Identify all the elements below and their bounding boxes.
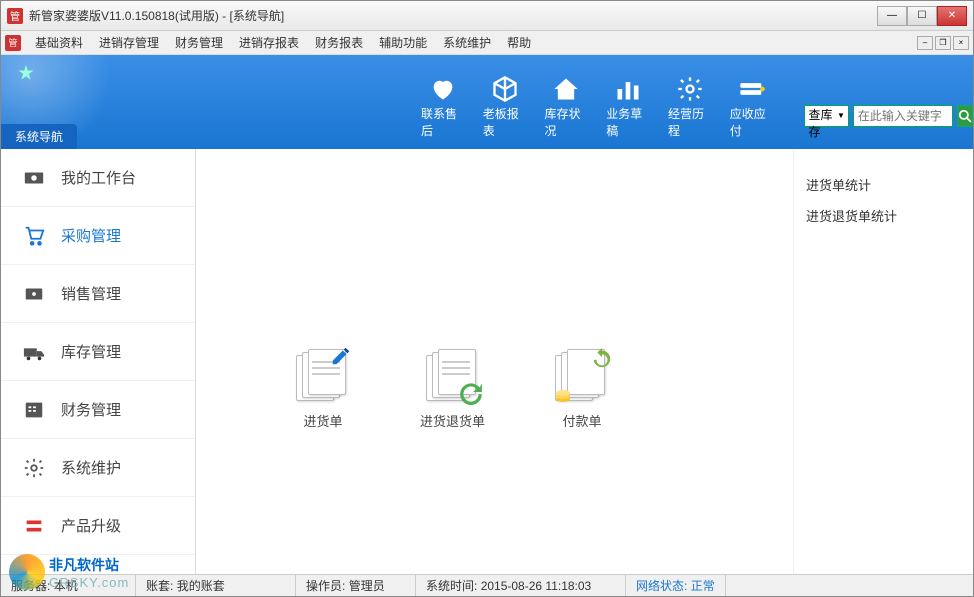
search-icon: [958, 109, 972, 123]
status-account: 账套: 我的账套: [136, 575, 296, 596]
sidebar-item-finance[interactable]: 财务管理: [1, 381, 195, 439]
sales-icon: [21, 283, 47, 305]
mdi-close-button[interactable]: ×: [953, 36, 969, 50]
tool-receivable[interactable]: 应收应付: [730, 77, 774, 139]
search-input[interactable]: [853, 105, 953, 127]
sidebar-item-maintain[interactable]: 系统维护: [1, 439, 195, 497]
active-tab[interactable]: 系统导航: [1, 124, 77, 149]
sidebar-item-inventory[interactable]: 库存管理: [1, 323, 195, 381]
menu-help[interactable]: 帮助: [499, 31, 539, 54]
home-icon: [552, 77, 580, 101]
handshake-icon: [429, 77, 457, 101]
gear-icon: [676, 77, 704, 101]
search-button[interactable]: [957, 105, 973, 127]
maximize-button[interactable]: ☐: [907, 6, 937, 26]
menu-inventory-mgmt[interactable]: 进销存管理: [91, 31, 167, 54]
link-purchase-stats[interactable]: 进货单统计: [806, 169, 961, 200]
cart-icon: [21, 225, 47, 247]
content-area: 进货单 进货退货单: [196, 149, 793, 574]
sidebar-item-label: 库存管理: [61, 341, 121, 362]
sidebar-item-label: 财务管理: [61, 399, 121, 420]
watermark: 非凡软件站 CRSKY.com: [9, 554, 129, 590]
menu-finance-report[interactable]: 财务报表: [307, 31, 371, 54]
tool-stock-status[interactable]: 库存状况: [545, 77, 589, 139]
menu-system[interactable]: 系统维护: [435, 31, 499, 54]
tool-draft[interactable]: 业务草稿: [606, 77, 650, 139]
mdi-restore-button[interactable]: ❐: [935, 36, 951, 50]
sidebar-item-label: 产品升级: [61, 515, 121, 536]
upgrade-icon: [21, 515, 47, 537]
sidebar-item-label: 我的工作台: [61, 167, 136, 188]
maintain-icon: [21, 457, 47, 479]
star-decoration-icon: [16, 63, 36, 83]
sidebar: 我的工作台 采购管理 销售管理 库存管理 财务管理 系统维护: [1, 149, 196, 574]
app-icon: 管: [7, 8, 23, 24]
finance-icon: [21, 399, 47, 421]
menu-finance-mgmt[interactable]: 财务管理: [167, 31, 231, 54]
sidebar-item-upgrade[interactable]: 产品升级: [1, 497, 195, 555]
menubar: 管 基础资料 进销存管理 财务管理 进销存报表 财务报表 辅助功能 系统维护 帮…: [1, 31, 973, 55]
menu-aux[interactable]: 辅助功能: [371, 31, 435, 54]
action-purchase-return[interactable]: 进货退货单: [420, 349, 485, 430]
money-icon: [738, 77, 766, 101]
tool-boss-report[interactable]: 老板报表: [483, 77, 527, 139]
link-purchase-return-stats[interactable]: 进货退货单统计: [806, 200, 961, 231]
tool-history[interactable]: 经营历程: [668, 77, 712, 139]
titlebar: 管 新管家婆婆版V11.0.150818(试用版) - [系统导航] — ☐ ✕: [1, 1, 973, 31]
sidebar-item-label: 销售管理: [61, 283, 121, 304]
dashboard-icon: [21, 167, 47, 189]
minimize-button[interactable]: —: [877, 6, 907, 26]
tool-contact-support[interactable]: 联系售后: [421, 77, 465, 139]
close-button[interactable]: ✕: [937, 6, 967, 26]
status-time: 系统时间: 2015-08-26 11:18:03: [416, 575, 626, 596]
menubar-icon: 管: [5, 35, 21, 51]
cube-icon: [491, 77, 519, 101]
status-operator: 操作员: 管理员: [296, 575, 416, 596]
sidebar-item-workbench[interactable]: 我的工作台: [1, 149, 195, 207]
truck-icon: [21, 341, 47, 363]
action-payment[interactable]: 付款单: [555, 349, 609, 430]
action-purchase-order[interactable]: 进货单: [296, 349, 350, 430]
document-edit-icon: [296, 349, 350, 403]
sidebar-item-label: 采购管理: [61, 225, 121, 246]
watermark-logo-icon: [9, 554, 45, 590]
status-network: 网络状态: 正常: [626, 575, 726, 596]
right-panel: 进货单统计 进货退货单统计: [793, 149, 973, 574]
menu-basic-data[interactable]: 基础资料: [27, 31, 91, 54]
sidebar-item-sales[interactable]: 销售管理: [1, 265, 195, 323]
statusbar: 服务器: 本机 账套: 我的账套 操作员: 管理员 系统时间: 2015-08-…: [1, 574, 973, 596]
document-return-icon: [426, 349, 480, 403]
toolbar: 系统导航 联系售后 老板报表 库存状况 业务草稿 经营历程: [1, 55, 973, 149]
search-category-select[interactable]: 查库存: [804, 105, 849, 127]
document-pay-icon: [555, 349, 609, 403]
menu-inventory-report[interactable]: 进销存报表: [231, 31, 307, 54]
mdi-minimize-button[interactable]: –: [917, 36, 933, 50]
sidebar-item-label: 系统维护: [61, 457, 121, 478]
window-title: 新管家婆婆版V11.0.150818(试用版) - [系统导航]: [29, 7, 877, 24]
chart-icon: [614, 77, 642, 101]
sidebar-item-purchase[interactable]: 采购管理: [1, 207, 195, 265]
